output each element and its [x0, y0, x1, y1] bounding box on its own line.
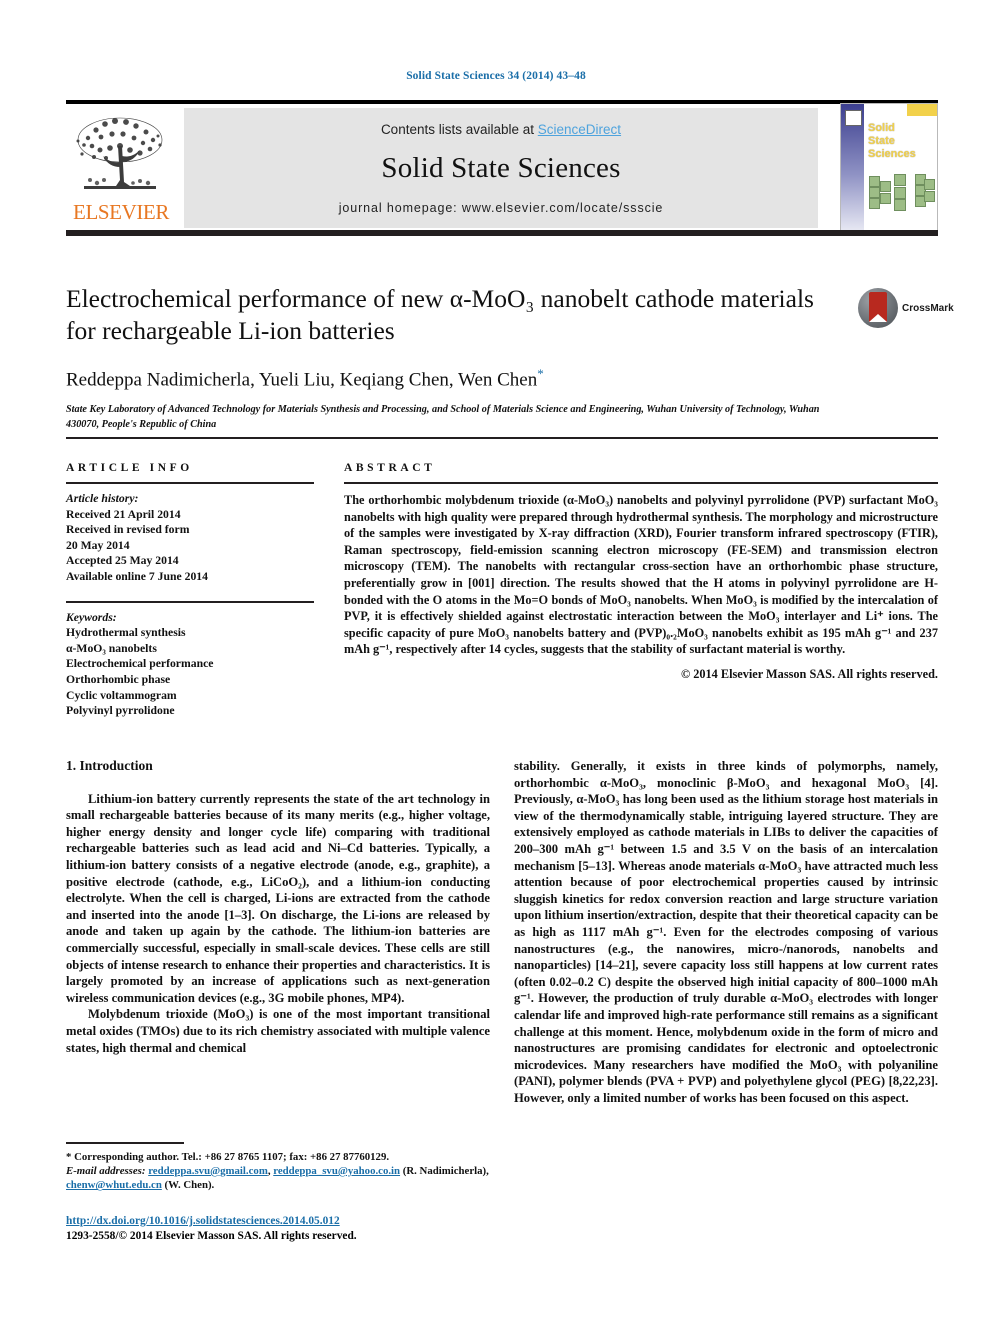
- abstract-section: ABSTRACT The orthorhombic molybdenum tri…: [344, 462, 938, 682]
- contents-line: Contents lists available at ScienceDirec…: [184, 122, 818, 137]
- email-addresses-label: E-mail addresses:: [66, 1164, 146, 1177]
- email-owner-2: (W. Chen).: [164, 1179, 215, 1192]
- crossmark-disc-icon: [858, 288, 898, 328]
- elsevier-logo: ELSEVIER: [68, 108, 172, 228]
- journal-masthead: ELSEVIER Contents lists available at Sci…: [66, 100, 938, 236]
- article-info-rule: [66, 482, 314, 484]
- author-list: Reddeppa Nadimicherla, Yueli Liu, Keqian…: [66, 366, 846, 391]
- running-head: Solid State Sciences 34 (2014) 43–48: [406, 70, 586, 82]
- keywords-block: Keywords: Hydrothermal synthesis α-MoO₃ …: [66, 610, 314, 719]
- journal-cover-thumbnail[interactable]: Solid State Sciences: [840, 103, 938, 233]
- page-title: Electrochemical performance of new α-MoO…: [66, 284, 814, 345]
- cover-title-line-1: Solid: [868, 122, 895, 134]
- sciencedirect-band: Contents lists available at ScienceDirec…: [184, 108, 818, 228]
- article-history-label: Article history:: [66, 492, 139, 505]
- history-item: Accepted 25 May 2014: [66, 554, 179, 568]
- doi-block: http://dx.doi.org/10.1016/j.solidstatesc…: [66, 1214, 490, 1244]
- title-block: Electrochemical performance of new α-MoO…: [66, 283, 846, 432]
- article-history-block: Article history: Received 21 April 2014 …: [66, 491, 314, 585]
- paragraph: stability. Generally, it exists in three…: [514, 759, 938, 1105]
- paragraph: Lithium-ion battery currently represents…: [66, 791, 490, 1005]
- email-link-2[interactable]: reddeppa_svu@yahoo.co.in: [273, 1165, 400, 1177]
- body-column-right: stability. Generally, it exists in three…: [514, 758, 938, 1106]
- section-heading-introduction: 1. Introduction: [66, 758, 153, 773]
- cover-badge-icon: [845, 110, 862, 126]
- corresponding-author-marker[interactable]: *: [537, 366, 544, 381]
- corresponding-author-note: Corresponding author. Tel.: +86 27 8765 …: [74, 1150, 390, 1163]
- abstract-heading: ABSTRACT: [344, 462, 436, 474]
- crossmark-notch-icon: [869, 314, 887, 322]
- keywords-label: Keywords:: [66, 610, 117, 624]
- keyword-item: Cyclic voltammogram: [66, 688, 177, 702]
- cover-title: Solid State Sciences: [868, 122, 916, 161]
- doi-link[interactable]: http://dx.doi.org/10.1016/j.solidstatesc…: [66, 1215, 340, 1227]
- keyword-item: Hydrothermal synthesis: [66, 626, 186, 640]
- author-names: Reddeppa Nadimicherla, Yueli Liu, Keqian…: [66, 369, 538, 391]
- abstract-text: The orthorhombic molybdenum trioxide (α-…: [344, 493, 938, 657]
- cover-title-line-3: Sciences: [868, 148, 916, 160]
- keyword-item: Polyvinyl pyrrolidone: [66, 704, 175, 718]
- journal-homepage[interactable]: journal homepage: www.elsevier.com/locat…: [184, 201, 818, 215]
- cover-artwork: [867, 168, 935, 224]
- keywords-rule: [66, 600, 314, 603]
- footnote-rule: [66, 1142, 184, 1144]
- article-info-section: ARTICLE INFO Article history: Received 2…: [66, 462, 314, 719]
- keyword-item: α-MoO₃ nanobelts: [66, 641, 157, 655]
- masthead-bottom-rule: [66, 230, 938, 236]
- title-divider: [66, 437, 938, 439]
- crossmark-badge[interactable]: CrossMark: [858, 288, 954, 332]
- article-info-heading: ARTICLE INFO: [66, 462, 193, 474]
- sciencedirect-link[interactable]: ScienceDirect: [538, 122, 621, 137]
- body-column-left: 1. Introduction Lithium-ion battery curr…: [66, 758, 490, 1056]
- contents-prefix: Contents lists available at: [380, 122, 538, 137]
- history-item: 20 May 2014: [66, 538, 130, 552]
- elsevier-wordmark: ELSEVIER: [73, 200, 169, 224]
- affiliation: State Key Laboratory of Advanced Technol…: [66, 404, 820, 430]
- history-item: Received 21 April 2014: [66, 507, 181, 521]
- keyword-item: Electrochemical performance: [66, 657, 214, 671]
- email-owner-1: (R. Nadimicherla),: [402, 1164, 489, 1177]
- keyword-item: Orthorhombic phase: [66, 672, 171, 686]
- masthead-top-rule: [66, 100, 938, 104]
- email-link-1[interactable]: reddeppa.svu@gmail.com: [148, 1165, 268, 1177]
- paper-page: Solid State Sciences 34 (2014) 43–48 ELS…: [0, 0, 992, 1323]
- issn-copyright-line: 1293-2558/© 2014 Elsevier Masson SAS. Al…: [66, 1230, 357, 1242]
- paragraph: Molybdenum trioxide (MoO₃) is one of the…: [66, 1007, 490, 1055]
- abstract-rule: [344, 482, 938, 484]
- elsevier-tree-icon: [76, 117, 163, 189]
- history-item: Available online 7 June 2014: [66, 569, 208, 583]
- footnote-block: * Corresponding author. Tel.: +86 27 876…: [66, 1142, 490, 1193]
- journal-title: Solid State Sciences: [381, 152, 621, 184]
- history-item: Received in revised form: [66, 523, 190, 537]
- crossmark-label: CrossMark: [902, 303, 954, 314]
- cover-title-line-2: State: [868, 135, 895, 147]
- footnote-text: * Corresponding author. Tel.: +86 27 876…: [66, 1150, 489, 1192]
- footnote-star: *: [66, 1150, 72, 1163]
- email-link-3[interactable]: chenw@whut.edu.cn: [66, 1179, 162, 1191]
- abstract-copyright: © 2014 Elsevier Masson SAS. All rights r…: [680, 666, 938, 681]
- cover-top-bar: [907, 104, 937, 116]
